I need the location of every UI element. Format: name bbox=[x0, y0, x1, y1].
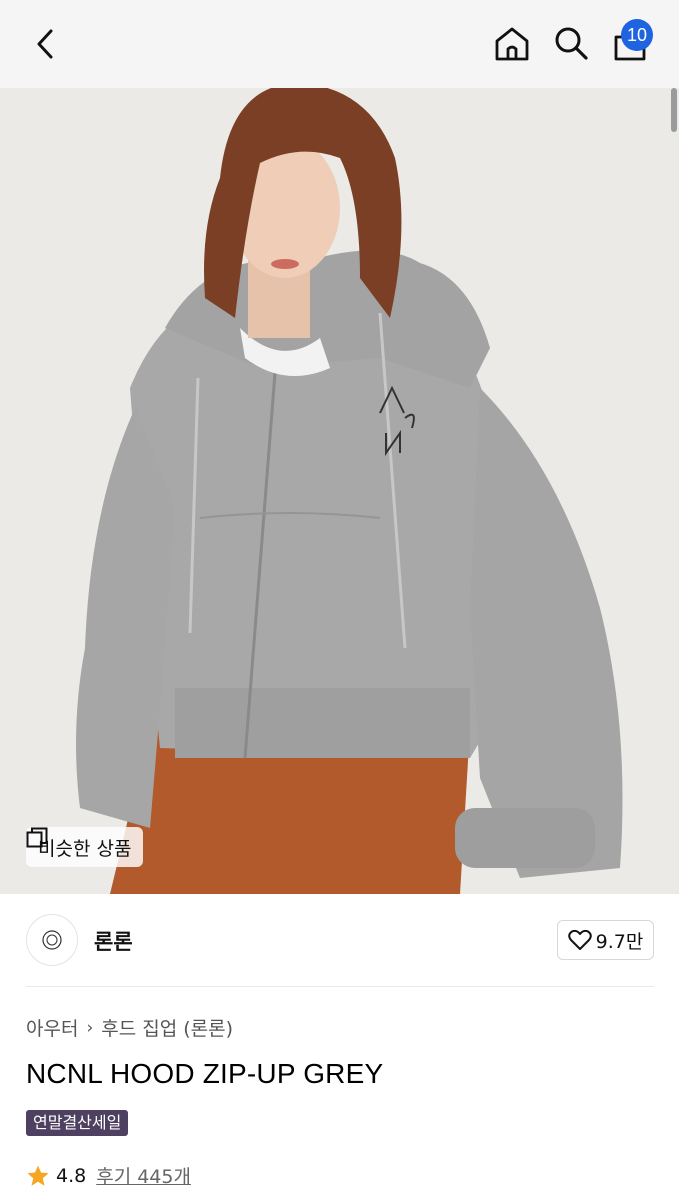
heart-icon bbox=[567, 929, 592, 950]
divider bbox=[26, 986, 654, 987]
brand-row: 론론 9.7만 bbox=[0, 894, 679, 986]
similar-items-icon bbox=[26, 827, 48, 848]
rating-value: 4.8 bbox=[56, 1164, 87, 1187]
cart-count-badge[interactable]: 10 bbox=[621, 19, 653, 51]
top-bar: 10 bbox=[0, 0, 679, 88]
like-button[interactable]: 9.7만 bbox=[557, 920, 654, 960]
chevron-right-icon: › bbox=[86, 1017, 94, 1038]
model-photo bbox=[0, 88, 679, 894]
breadcrumb-category[interactable]: 아우터 bbox=[26, 1014, 78, 1041]
like-count: 9.7만 bbox=[595, 930, 644, 953]
sale-badge: 연말결산세일 bbox=[26, 1110, 129, 1136]
brand-name[interactable]: 론론 bbox=[94, 926, 133, 956]
similar-products-label: 비슷한 상품 bbox=[38, 837, 132, 860]
home-icon[interactable] bbox=[492, 24, 532, 64]
review-count-link[interactable]: 후기 445개 bbox=[96, 1162, 191, 1189]
rating-row: 4.8 후기 445개 bbox=[26, 1162, 191, 1189]
product-image[interactable]: 비슷한 상품 bbox=[0, 88, 679, 894]
breadcrumb: 아우터 › 후드 집업 (론론) bbox=[26, 1014, 233, 1041]
search-icon[interactable] bbox=[552, 24, 590, 62]
breadcrumb-subcategory[interactable]: 후드 집업 (론론) bbox=[101, 1014, 233, 1041]
brand-logo-mark-icon bbox=[42, 930, 62, 950]
brand-logo[interactable] bbox=[26, 914, 78, 966]
scrollbar-thumb[interactable] bbox=[671, 88, 677, 132]
similar-products-button[interactable]: 비슷한 상품 bbox=[26, 827, 144, 867]
star-icon bbox=[27, 1165, 49, 1186]
product-title: NCNL HOOD ZIP-UP GREY bbox=[26, 1058, 384, 1089]
chevron-left-icon[interactable] bbox=[28, 26, 64, 62]
